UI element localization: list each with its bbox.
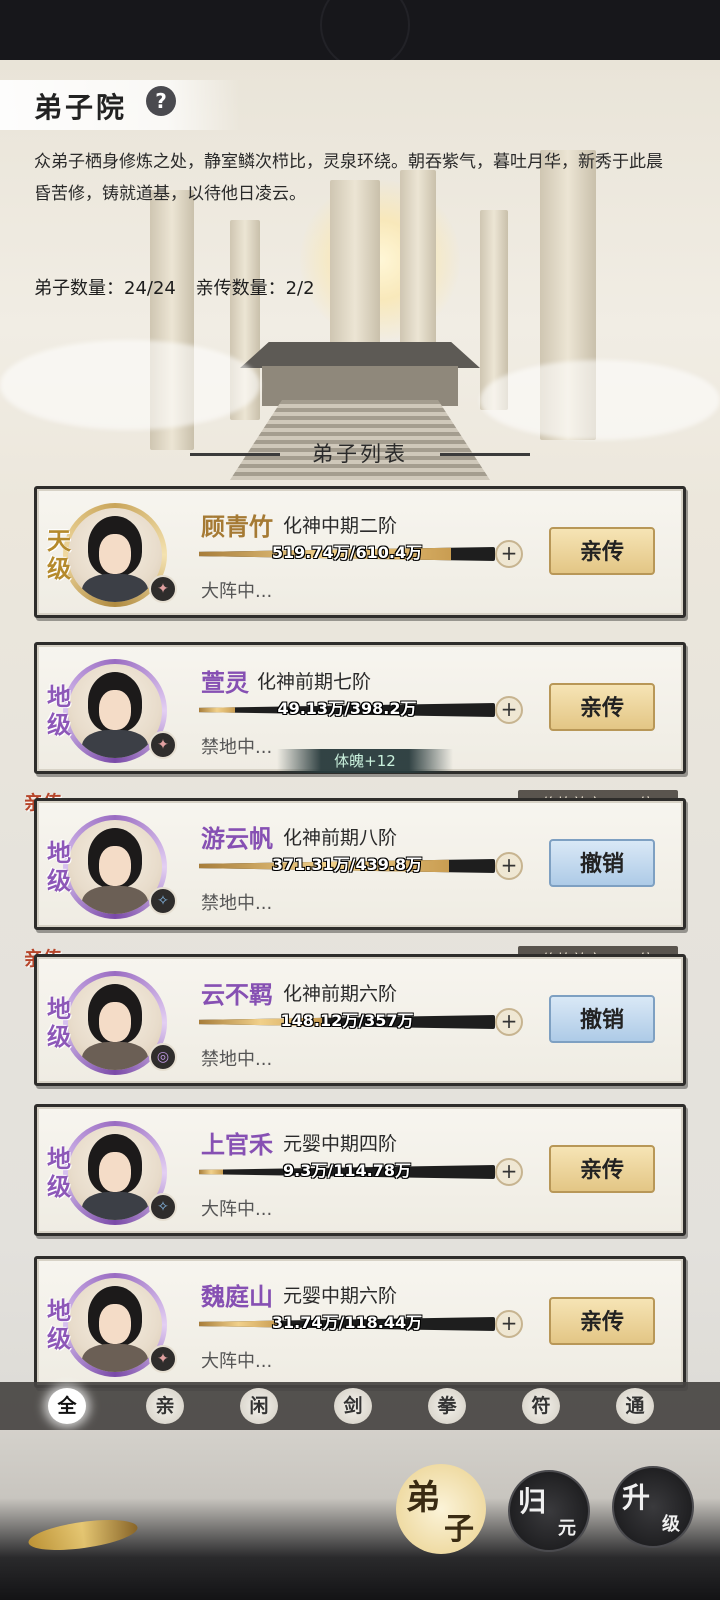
disciple-count: 弟子数量：24/24 — [34, 278, 176, 299]
filter-all-button[interactable]: 全 — [48, 1388, 86, 1424]
grade-label: 地级 — [47, 1296, 71, 1353]
water-element-icon: ✧ — [149, 1193, 177, 1221]
grade-label: 地级 — [47, 838, 71, 895]
disciple-name: 云不羁 — [201, 980, 273, 1009]
activity-status: 禁地中... — [201, 893, 273, 914]
progress-text: 148.12万/357万 — [280, 1011, 414, 1030]
disciple-card[interactable]: 地级 ✦ 魏庭山 元婴中期六阶 31.74万/118.44万 + 大阵中... … — [34, 1256, 686, 1388]
disciple-name: 上官禾 — [201, 1130, 273, 1159]
grade-label: 地级 — [47, 994, 71, 1051]
disciple-name: 游云帆 — [201, 824, 273, 853]
disciple-card[interactable]: 地级 ✦ 萱灵 化神前期七阶 49.13万/398.2万 + 禁地中... 体魄… — [34, 642, 686, 774]
water-element-icon: ✧ — [149, 887, 177, 915]
nav-label: 元 — [558, 1518, 576, 1539]
personal-disciple-count: 亲传数量：2/2 — [195, 278, 315, 299]
activity-status: 大阵中... — [201, 1199, 273, 1220]
cultivation-realm: 化神前期六阶 — [283, 983, 398, 1005]
wind-element-icon: ◎ — [149, 1043, 177, 1071]
activity-status: 禁地中... — [201, 1049, 273, 1070]
progress-text: 31.74万/118.44万 — [271, 1313, 423, 1332]
grade-label: 天级 — [47, 526, 71, 583]
bottom-nav: 弟 子 归 元 升 级 — [0, 1430, 720, 1600]
filter-personal-button[interactable]: 亲 — [146, 1388, 184, 1424]
disciple-card[interactable]: 地级 ✧ 上官禾 元婴中期四阶 9.3万/114.78万 + 大阵中... 亲传 — [34, 1104, 686, 1236]
appoint-personal-button[interactable]: 亲传 — [549, 527, 655, 575]
temple-roof — [240, 342, 480, 368]
activity-status: 大阵中... — [201, 581, 273, 602]
cultivation-realm: 化神前期八阶 — [283, 827, 398, 849]
revoke-personal-button[interactable]: 撤销 — [549, 995, 655, 1043]
progress-text: 49.13万/398.2万 — [277, 699, 417, 718]
cultivation-realm: 元婴中期四阶 — [283, 1133, 398, 1155]
disciple-card[interactable]: 天级 ✦ 顾青竹 化神中期二阶 519.74万/610.4万 + 大阵中... … — [34, 486, 686, 618]
hall-description: 众弟子栖身修炼之处，静室鳞次栉比，灵泉环绕。朝吞紫气，暮吐月华，新秀于此晨昏苦修… — [34, 152, 663, 204]
status-bar — [0, 0, 720, 70]
avatar — [68, 976, 162, 1070]
page-title: 弟子院 — [34, 91, 128, 124]
activity-status: 禁地中... — [201, 737, 273, 758]
cloud — [480, 360, 720, 440]
nav-label: 归 — [518, 1485, 547, 1518]
cloud — [0, 340, 260, 430]
progress-text: 9.3万/114.78万 — [283, 1161, 411, 1180]
cultivation-realm: 元婴中期六阶 — [283, 1285, 398, 1307]
fire-element-icon: ✦ — [149, 731, 177, 759]
gold-brush-decoration — [26, 1514, 140, 1556]
nav-label: 级 — [662, 1514, 680, 1535]
nav-return-button[interactable]: 归 元 — [508, 1470, 590, 1552]
disciple-name: 萱灵 — [201, 668, 249, 697]
fire-element-icon: ✦ — [149, 1345, 177, 1373]
revoke-personal-button[interactable]: 撤销 — [549, 839, 655, 887]
add-cultivation-button[interactable]: + — [495, 852, 523, 880]
add-cultivation-button[interactable]: + — [495, 540, 523, 568]
nav-label: 弟 — [406, 1478, 440, 1518]
grade-label: 地级 — [47, 1144, 71, 1201]
nav-label: 升 — [622, 1481, 651, 1514]
progress-text: 371.31万/439.8万 — [271, 855, 423, 874]
nav-disciple-button[interactable]: 弟 子 — [396, 1464, 486, 1554]
filter-general-button[interactable]: 通 — [616, 1388, 654, 1424]
disciple-hall-panel: 弟子院 ? 众弟子栖身修炼之处，静室鳞次栉比，灵泉环绕。朝吞紫气，暮吐月华，新秀… — [0, 60, 720, 1540]
disciple-name: 顾青竹 — [201, 512, 273, 541]
appoint-personal-button[interactable]: 亲传 — [549, 1145, 655, 1193]
nav-label: 子 — [444, 1512, 474, 1547]
help-icon[interactable]: ? — [146, 86, 176, 116]
count-summary: 弟子数量：24/24 亲传数量：2/2 — [34, 274, 329, 300]
progress-text: 519.74万/610.4万 — [271, 543, 423, 562]
add-cultivation-button[interactable]: + — [495, 696, 523, 724]
filter-bar: 全 亲 闲 剑 拳 符 通 — [0, 1382, 720, 1430]
fire-element-icon: ✦ — [149, 575, 177, 603]
add-cultivation-button[interactable]: + — [495, 1158, 523, 1186]
add-cultivation-button[interactable]: + — [495, 1310, 523, 1338]
list-title: 弟子列表 — [312, 442, 408, 466]
buff-tag: 体魄+12 — [277, 749, 453, 773]
add-cultivation-button[interactable]: + — [495, 1008, 523, 1036]
filter-talisman-button[interactable]: 符 — [522, 1388, 560, 1424]
cultivation-realm: 化神前期七阶 — [257, 671, 372, 693]
appoint-personal-button[interactable]: 亲传 — [549, 1297, 655, 1345]
avatar — [68, 820, 162, 914]
list-header: 弟子列表 — [190, 434, 530, 474]
disciple-name: 魏庭山 — [201, 1282, 273, 1311]
filter-idle-button[interactable]: 闲 — [240, 1388, 278, 1424]
filter-sword-button[interactable]: 剑 — [334, 1388, 372, 1424]
activity-status: 大阵中... — [201, 1351, 273, 1372]
grade-label: 地级 — [47, 682, 71, 739]
nav-upgrade-button[interactable]: 升 级 — [612, 1466, 694, 1548]
appoint-personal-button[interactable]: 亲传 — [549, 683, 655, 731]
avatar — [68, 1126, 162, 1220]
disciple-card[interactable]: 地级 ◎ 云不羁 化神前期六阶 148.12万/357万 + 禁地中... 撤销 — [34, 954, 686, 1086]
cultivation-realm: 化神中期二阶 — [283, 515, 398, 537]
avatar — [68, 1278, 162, 1372]
filter-fist-button[interactable]: 拳 — [428, 1388, 466, 1424]
disciple-card[interactable]: 地级 ✧ 游云帆 化神前期八阶 371.31万/439.8万 + 禁地中... … — [34, 798, 686, 930]
avatar — [68, 664, 162, 758]
avatar — [68, 508, 162, 602]
